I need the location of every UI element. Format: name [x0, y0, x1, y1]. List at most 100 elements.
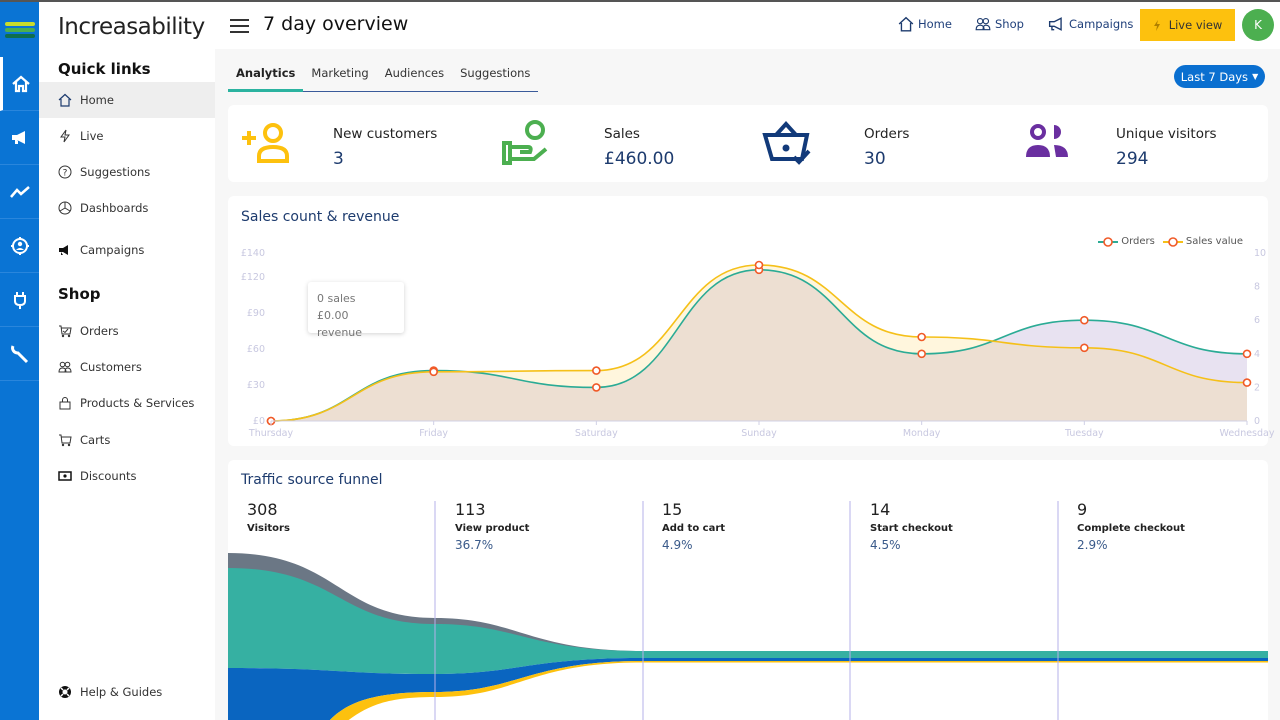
funnel-label: Complete checkout [1077, 523, 1185, 534]
trend-icon [9, 185, 30, 198]
data-point [592, 366, 601, 375]
data-point [1080, 343, 1089, 353]
menu-toggle-icon[interactable] [230, 19, 249, 37]
wrench-icon [10, 344, 28, 363]
tab-analytics[interactable]: Analytics [228, 62, 304, 92]
right-axis-tick-label: 4 [1254, 349, 1260, 360]
section-tabs: Analytics Marketing Audiences Suggestion… [228, 62, 539, 92]
data-point [917, 349, 926, 359]
logo-icon [0, 2, 39, 57]
megaphone-icon [59, 245, 68, 255]
stat-label: New customers [333, 126, 438, 142]
sidebar-item-help[interactable]: Help & Guides [39, 674, 215, 710]
rail-integrations[interactable] [0, 273, 39, 327]
sidebar-item-label: Carts [80, 433, 111, 447]
sidebar-item-dashboards[interactable]: Dashboards [39, 190, 215, 226]
stat-label: Orders [864, 126, 910, 142]
sidebar-item-campaigns[interactable]: Campaigns [39, 232, 215, 268]
funnel-step-add-to-cart: 15 Add to cart 4.9% [662, 500, 725, 552]
funnel-count: 308 [247, 500, 278, 519]
funnel-label: View product [455, 523, 530, 534]
date-range-label: Last 7 Days [1180, 69, 1249, 84]
left-axis-tick-label: £140 [241, 248, 265, 259]
sidebar-item-customers[interactable]: Customers [39, 349, 215, 385]
sidebar-item-label: Orders [80, 324, 119, 338]
sidebar-item-home[interactable]: Home [39, 82, 215, 118]
sidebar-item-label: Suggestions [80, 165, 151, 179]
sidebar-item-label: Discounts [80, 469, 137, 483]
lifebuoy-icon [59, 686, 71, 698]
cart-icon [59, 434, 72, 447]
funnel-label: Visitors [247, 523, 290, 534]
funnel-pct: 4.9% [662, 538, 693, 552]
left-axis-tick-label: £0 [253, 416, 265, 427]
svg-text:?: ? [63, 169, 68, 179]
legend-orders[interactable]: Orders [1098, 236, 1155, 247]
data-point [429, 367, 438, 377]
funnel-step-view-product: 113 View product 36.7% [455, 500, 529, 552]
sidebar-item-carts[interactable]: Carts [39, 422, 215, 458]
basket-check-icon [762, 121, 811, 165]
rail-tools[interactable] [0, 327, 39, 381]
megaphone-icon [11, 130, 25, 144]
data-point [1080, 315, 1089, 325]
x-tick-label: Monday [903, 428, 941, 439]
live-view-button[interactable]: Live view [1140, 9, 1235, 41]
hand-coin-icon [502, 120, 548, 165]
stats-card: New customers 3 Sales £460.00 Orders 30 … [228, 105, 1268, 182]
left-axis-tick-label: £60 [247, 344, 265, 355]
rail-campaigns[interactable] [0, 111, 39, 165]
caret-down-icon: ▼ [1252, 72, 1259, 81]
right-axis-tick-label: 10 [1254, 248, 1266, 259]
stat-value: 294 [1116, 149, 1149, 169]
legend-orders-label: Orders [1121, 236, 1155, 247]
bolt-icon [1153, 19, 1160, 31]
left-axis-tick-label: £90 [247, 308, 265, 319]
bolt-icon [60, 129, 70, 143]
tab-suggestions[interactable]: Suggestions [452, 62, 538, 91]
sidebar-item-live[interactable]: Live [39, 118, 215, 154]
top-home-link[interactable]: Home [898, 16, 952, 32]
sales-chart-card: Sales count & revenue Thursday Friday Satu… [228, 196, 1275, 446]
users-icon [975, 17, 991, 31]
stat-value: 30 [864, 149, 886, 169]
rail-audiences[interactable] [0, 219, 39, 273]
sidebar-item-orders[interactable]: Orders [39, 313, 215, 349]
target-user-icon [10, 236, 29, 255]
sidebar-item-products[interactable]: Products & Services [39, 385, 215, 421]
funnel-step-complete-checkout: 9 Complete checkout 2.9% [1077, 500, 1185, 552]
avatar[interactable]: K [1242, 9, 1274, 41]
right-axis-tick-label: 0 [1254, 416, 1260, 427]
chart-tooltip: 0 sales £0.00 revenue [308, 282, 404, 339]
tooltip-sales: 0 sales [317, 292, 356, 305]
right-axis-tick-label: 2 [1254, 382, 1260, 393]
right-axis-tick-label: 6 [1254, 315, 1260, 326]
sidebar-item-label: Products & Services [80, 396, 195, 410]
tab-audiences[interactable]: Audiences [377, 62, 452, 91]
funnel-chart [228, 501, 1268, 720]
rail-home[interactable] [0, 57, 39, 111]
left-axis-tick-label: £30 [247, 380, 265, 391]
date-range-dropdown[interactable]: Last 7 Days ▼ [1174, 65, 1265, 88]
legend-sales-marker [1162, 236, 1183, 247]
users-icon [58, 361, 72, 373]
data-point [592, 383, 601, 392]
funnel-pct: 36.7% [455, 538, 494, 552]
legend-sales[interactable]: Sales value [1162, 236, 1243, 247]
chart-legend: Orders Sales value [1098, 236, 1243, 247]
stat-sales: Sales £460.00 [500, 105, 750, 182]
rail-analytics[interactable] [0, 165, 39, 219]
funnel-card: Traffic source funnel 308 Visitors 113 Vie… [228, 460, 1268, 720]
sidebar-item-suggestions[interactable]: ? Suggestions [39, 154, 215, 190]
funnel-count: 9 [1077, 500, 1088, 519]
question-icon: ? [58, 165, 72, 179]
tab-marketing[interactable]: Marketing [303, 62, 376, 91]
stat-unique-visitors: Unique visitors 294 [1024, 105, 1264, 182]
top-shop-link[interactable]: Shop [975, 16, 1024, 32]
icon-rail [0, 0, 39, 720]
sidebar: Increasability Quick links Home Live ? Su… [39, 0, 215, 720]
home-icon [898, 16, 914, 32]
sidebar-item-discounts[interactable]: Discounts [39, 458, 215, 494]
top-campaigns-link[interactable]: Campaigns [1048, 16, 1133, 32]
legend-orders-marker [1098, 236, 1119, 247]
